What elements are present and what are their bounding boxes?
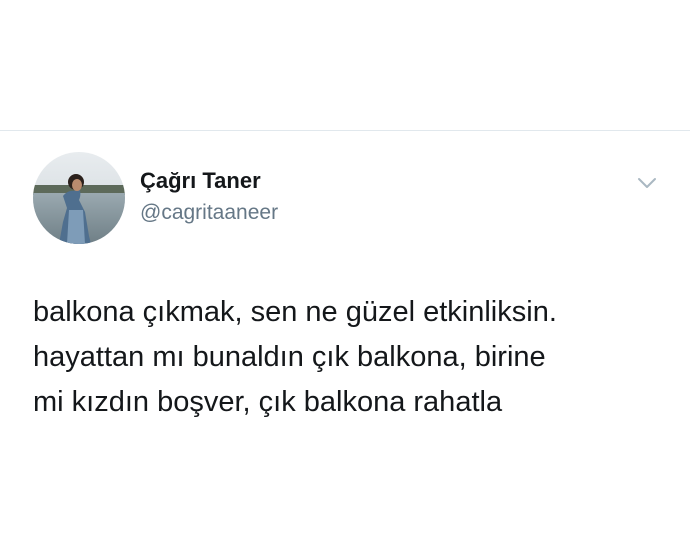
avatar[interactable] <box>33 152 125 244</box>
display-name[interactable]: Çağrı Taner <box>140 168 261 194</box>
chevron-down-icon[interactable] <box>636 172 658 194</box>
avatar-photo <box>33 152 125 244</box>
tweet-card: Çağrı Taner @cagritaaneer balkona çıkmak… <box>0 131 690 557</box>
user-handle[interactable]: @cagritaaneer <box>140 201 278 225</box>
tweet-text: balkona çıkmak, sen ne güzel etkinliksin… <box>33 296 557 418</box>
